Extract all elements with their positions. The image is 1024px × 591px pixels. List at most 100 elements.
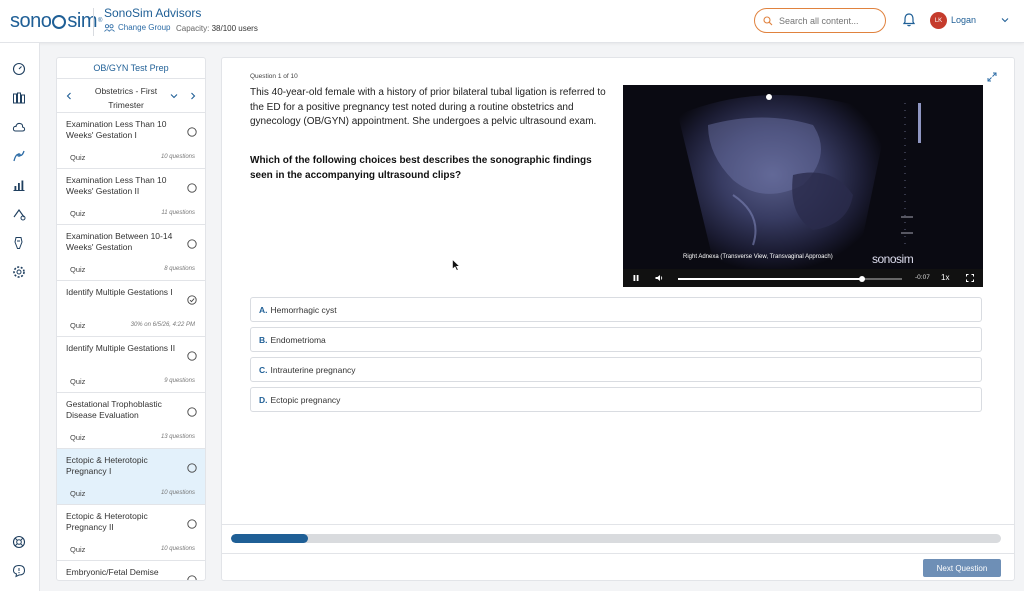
assessment-icon[interactable] <box>12 149 26 163</box>
category-selector: Obstetrics - First Trimester <box>57 79 205 113</box>
fullscreen-icon[interactable] <box>965 273 975 283</box>
notification-bell-icon[interactable] <box>901 12 917 28</box>
course-title: OB/GYN Test Prep <box>57 58 205 79</box>
not-started-circle-icon <box>187 463 197 473</box>
chevron-left-icon[interactable] <box>65 92 73 100</box>
pause-icon[interactable] <box>631 273 641 283</box>
list-item[interactable]: Embryonic/Fetal Demise Evaluation Quiz <box>57 561 205 580</box>
video-seek-handle[interactable] <box>858 275 865 282</box>
capacity-value: 38/100 users <box>211 24 258 33</box>
completed-check-icon <box>187 295 197 305</box>
choice-text: Endometrioma <box>270 334 326 345</box>
item-type: Quiz <box>70 489 86 498</box>
item-title: Gestational Trophoblastic Disease Evalua… <box>66 399 162 420</box>
quiz-footer: Next Question <box>222 524 1014 580</box>
not-started-circle-icon <box>187 183 197 193</box>
list-item[interactable]: Gestational Trophoblastic Disease Evalua… <box>57 393 205 449</box>
item-meta: 10 questions <box>160 546 195 552</box>
not-started-circle-icon <box>187 519 197 529</box>
question-stem: This 40-year-old female with a history o… <box>250 87 606 127</box>
answer-choice-b[interactable]: B. Endometrioma <box>250 327 982 352</box>
chevron-down-icon[interactable] <box>170 92 178 100</box>
item-type: Quiz <box>70 545 86 554</box>
list-item[interactable]: Identify Multiple Gestations I Quiz 30% … <box>57 281 205 337</box>
not-started-circle-icon <box>187 127 197 137</box>
cloud-learning-icon[interactable] <box>12 120 26 134</box>
user-avatar[interactable]: LK <box>930 12 947 29</box>
answer-choice-a[interactable]: A. Hemorrhagic cyst <box>250 297 982 322</box>
chevron-down-icon[interactable] <box>1000 15 1010 25</box>
choice-letter: D. <box>259 394 268 405</box>
not-started-circle-icon <box>187 351 197 361</box>
item-meta: 11 questions <box>161 210 195 216</box>
item-meta: 8 questions <box>164 266 195 272</box>
mouse-cursor-icon <box>452 259 460 271</box>
ultrasound-video-player[interactable]: Right Adnexa (Transverse View, Transvagi… <box>623 85 983 287</box>
item-type: Quiz <box>70 377 86 386</box>
category-name[interactable]: Obstetrics - First Trimester <box>85 84 167 112</box>
user-name[interactable]: Logan <box>951 15 976 25</box>
video-seek-fill <box>678 277 862 280</box>
device-icon[interactable] <box>12 236 26 250</box>
sonosim-logo[interactable]: sono sim ® <box>10 10 102 32</box>
icon-rail <box>0 43 40 591</box>
question-counter: Question 1 of 10 <box>250 73 298 80</box>
settings-icon[interactable] <box>12 265 26 279</box>
quiz-progress-fill <box>231 534 308 543</box>
list-item[interactable]: Examination Between 10-14 Weeks' Gestati… <box>57 225 205 281</box>
feedback-icon[interactable] <box>12 564 26 578</box>
item-type: Quiz <box>70 265 86 274</box>
list-item[interactable]: Examination Less Than 10 Weeks' Gestatio… <box>57 169 205 225</box>
list-item-active[interactable]: Ectopic & Heterotopic Pregnancy I Quiz 1… <box>57 449 205 505</box>
question-prompt: Which of the following choices best desc… <box>250 155 592 181</box>
choice-letter: C. <box>259 364 268 375</box>
analytics-icon[interactable] <box>12 178 26 192</box>
library-icon[interactable] <box>12 91 26 105</box>
item-title: Examination Less Than 10 Weeks' Gestatio… <box>66 119 167 140</box>
dashboard-icon[interactable] <box>12 62 26 76</box>
top-bar: sono sim ® SonoSim Advisors Change Group C… <box>0 0 1024 43</box>
video-watermark: sonosim <box>872 252 914 266</box>
search-box[interactable] <box>754 8 886 33</box>
help-icon[interactable] <box>12 535 26 549</box>
group-icon <box>104 23 115 32</box>
expand-icon[interactable] <box>987 72 997 82</box>
item-title: Ectopic & Heterotopic Pregnancy I <box>66 455 148 476</box>
not-started-circle-icon <box>187 407 197 417</box>
next-question-button[interactable]: Next Question <box>923 559 1001 577</box>
choice-letter: A. <box>259 304 268 315</box>
search-input[interactable] <box>779 15 874 26</box>
choice-text: Ectopic pregnancy <box>270 394 341 405</box>
item-meta: 10 questions <box>160 154 195 160</box>
question-card: Question 1 of 10 This 40-year-old female… <box>221 57 1015 581</box>
search-icon <box>763 15 773 25</box>
item-title: Examination Less Than 10 Weeks' Gestatio… <box>66 175 167 196</box>
video-controls: -0:07 1x <box>623 269 983 287</box>
organization-name: SonoSim Advisors <box>104 6 202 20</box>
ultrasound-image <box>623 85 983 271</box>
item-type: Quiz <box>70 433 86 442</box>
item-type: Quiz <box>70 209 86 218</box>
answer-choice-c[interactable]: C. Intrauterine pregnancy <box>250 357 982 382</box>
list-item[interactable]: Identify Multiple Gestations II Quiz 9 q… <box>57 337 205 393</box>
scanning-icon[interactable] <box>12 207 26 221</box>
video-caption: Right Adnexa (Transverse View, Transvagi… <box>683 254 833 260</box>
playback-speed-button[interactable]: 1x <box>941 273 949 282</box>
not-started-circle-icon <box>187 239 197 249</box>
video-time-remaining: -0:07 <box>915 274 930 281</box>
item-type: Quiz <box>70 321 86 330</box>
change-group-link[interactable]: Change Group <box>104 23 170 32</box>
module-list-panel: OB/GYN Test Prep Obstetrics - First Trim… <box>56 57 206 581</box>
item-title: Embryonic/Fetal Demise Evaluation <box>66 567 159 580</box>
not-started-circle-icon <box>187 575 197 580</box>
choice-letter: B. <box>259 334 268 345</box>
item-type: Quiz <box>70 153 86 162</box>
video-seek-bar[interactable] <box>678 275 902 282</box>
choice-text: Intrauterine pregnancy <box>270 364 356 375</box>
answer-choice-d[interactable]: D. Ectopic pregnancy <box>250 387 982 412</box>
item-title: Ectopic & Heterotopic Pregnancy II <box>66 511 148 532</box>
list-item[interactable]: Examination Less Than 10 Weeks' Gestatio… <box>57 113 205 169</box>
list-item[interactable]: Ectopic & Heterotopic Pregnancy II Quiz … <box>57 505 205 561</box>
chevron-right-icon[interactable] <box>189 92 197 100</box>
volume-icon[interactable] <box>654 273 664 283</box>
